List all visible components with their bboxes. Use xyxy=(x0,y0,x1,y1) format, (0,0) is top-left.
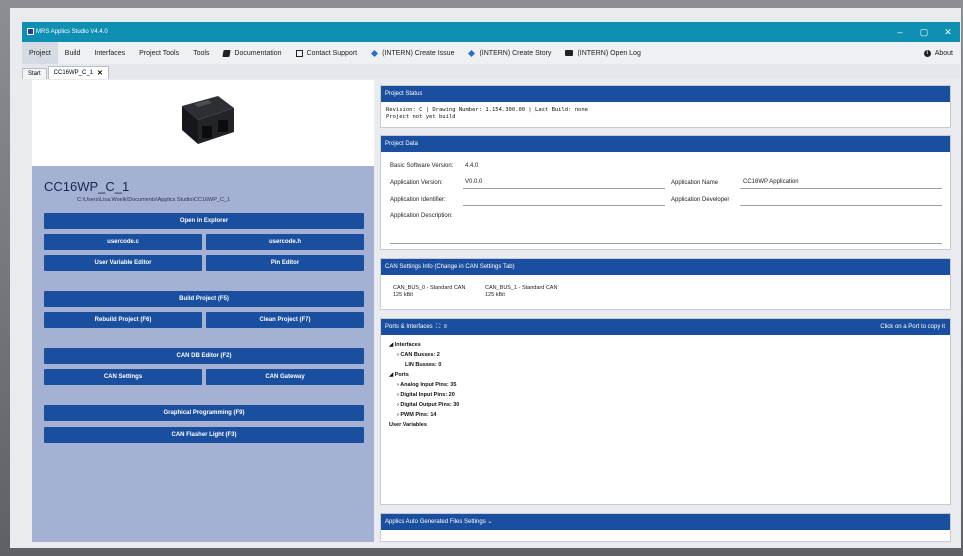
ports-interfaces-header: Ports & Interfaces ⛶ ≡ Click on a Port t… xyxy=(381,319,950,335)
app-name-underline xyxy=(740,188,942,189)
folder-icon xyxy=(565,50,574,56)
book-icon xyxy=(222,49,232,57)
app-name-field[interactable]: CC16WP Application xyxy=(743,179,799,185)
tab-project[interactable]: CC16WP_C_1 ✕ xyxy=(47,66,109,79)
ports-interfaces-panel: Ports & Interfaces ⛶ ≡ Click on a Port t… xyxy=(380,318,951,505)
can-bus-1-name: CAN_BUS_1 - Standard CAN xyxy=(485,285,558,291)
tree-node-digital-inputs[interactable]: › Digital Input Pins: 20 xyxy=(389,390,459,400)
bsv-value: 4.4.0 xyxy=(465,163,479,169)
info-icon: i xyxy=(923,49,931,57)
open-explorer-button[interactable]: Open in Explorer xyxy=(44,213,364,229)
tree-node-user-variables[interactable]: User Variables xyxy=(389,420,459,430)
project-data-header: Project Data xyxy=(381,136,950,152)
support-icon xyxy=(295,49,303,57)
copy-hint: Click on a Port to copy it xyxy=(880,324,945,330)
autogen-settings-header[interactable]: Applics Auto Generated Files Settings ⌄ xyxy=(381,514,950,530)
expand-all-icon[interactable]: ⛶ xyxy=(434,324,442,330)
diamond-icon xyxy=(371,49,379,57)
menu-build[interactable]: Build xyxy=(58,42,88,64)
project-status-panel: Project Status Revision: C | Drawing Num… xyxy=(380,85,951,128)
app-name-label: Application Name xyxy=(671,180,719,186)
tree-node-digital-outputs[interactable]: › Digital Output Pins: 30 xyxy=(389,400,459,410)
app-developer-field[interactable] xyxy=(740,205,942,206)
bsv-label: Basic Software Version: xyxy=(390,163,454,169)
window-titlebar: MRS Applics Studio V4.4.0 – ▢ ✕ xyxy=(22,22,960,42)
tree-node-lin-busses[interactable]: LIN Busses: 0 xyxy=(389,360,459,370)
user-variable-editor-button[interactable]: User Variable Editor xyxy=(44,255,202,271)
project-status-header: Project Status xyxy=(381,86,950,102)
chevron-down-icon: ⌄ xyxy=(487,519,493,525)
menu-project[interactable]: Project xyxy=(22,42,58,64)
app-version-label: Application Version: xyxy=(390,180,443,186)
pin-editor-button[interactable]: Pin Editor xyxy=(206,255,364,271)
usercode-c-button[interactable]: usercode.c xyxy=(44,234,202,250)
build-project-button[interactable]: Build Project (F5) xyxy=(44,291,364,307)
menu-tools[interactable]: Tools xyxy=(186,42,216,64)
menu-documentation[interactable]: Documentation xyxy=(216,42,288,64)
app-identifier-field[interactable] xyxy=(463,205,665,206)
app-description-label: Application Description: xyxy=(390,213,453,219)
app-version-underline xyxy=(463,188,665,189)
build-status-line: Project not yet build xyxy=(386,114,456,120)
app-developer-label: Application Developer xyxy=(671,197,730,203)
rebuild-project-button[interactable]: Rebuild Project (F6) xyxy=(44,312,202,328)
ports-tree: ◢ Interfaces › CAN Busses: 2 LIN Busses:… xyxy=(389,340,459,430)
maximize-button[interactable]: ▢ xyxy=(912,22,936,42)
menu-create-story[interactable]: (INTERN) Create Story xyxy=(461,42,558,64)
autogen-settings-panel: Applics Auto Generated Files Settings ⌄ xyxy=(380,513,951,542)
tree-node-pwm-pins[interactable]: › PWM Pins: 14 xyxy=(389,410,459,420)
tree-node-ports[interactable]: ◢ Ports xyxy=(389,370,459,380)
tree-node-interfaces[interactable]: ◢ Interfaces xyxy=(389,340,459,350)
device-image-area xyxy=(32,80,374,166)
close-tab-icon[interactable]: ✕ xyxy=(97,69,103,77)
tree-node-analog-inputs[interactable]: › Analog Input Pins: 35 xyxy=(389,380,459,390)
minimize-button[interactable]: – xyxy=(888,22,912,42)
tree-node-can-busses[interactable]: › CAN Busses: 2 xyxy=(389,350,459,360)
can-flasher-light-button[interactable]: CAN Flasher Light (F3) xyxy=(44,427,364,443)
app-version-field[interactable]: V0.0.0 xyxy=(465,179,482,185)
close-button[interactable]: ✕ xyxy=(936,22,960,42)
app-description-field[interactable] xyxy=(390,243,942,244)
tab-strip: Start CC16WP_C_1 ✕ xyxy=(22,64,960,79)
usercode-h-button[interactable]: usercode.h xyxy=(206,234,364,250)
can-settings-button[interactable]: CAN Settings xyxy=(44,369,202,385)
can-gateway-button[interactable]: CAN Gateway xyxy=(206,369,364,385)
status-line: Revision: C | Drawing Number: 1.154.300.… xyxy=(386,107,588,113)
app-logo-icon xyxy=(27,28,34,35)
tab-start[interactable]: Start xyxy=(22,68,47,79)
menu-project-tools[interactable]: Project Tools xyxy=(132,42,186,64)
window-title: MRS Applics Studio V4.4.0 xyxy=(36,29,108,35)
project-path: C:\Users\Lisa.Woelk\Documents\Applics St… xyxy=(77,197,231,203)
can-bus-0-name: CAN_BUS_0 - Standard CAN xyxy=(393,285,466,291)
can-db-editor-button[interactable]: CAN DB Editor (F2) xyxy=(44,348,364,364)
can-settings-info-panel: CAN Settings Info (Change in CAN Setting… xyxy=(380,258,951,310)
menu-contact-support[interactable]: Contact Support xyxy=(289,42,365,64)
collapse-all-icon[interactable]: ≡ xyxy=(444,324,448,330)
menu-open-log[interactable]: (INTERN) Open Log xyxy=(558,42,647,64)
project-data-panel: Project Data Basic Software Version: 4.4… xyxy=(380,135,951,250)
menu-interfaces[interactable]: Interfaces xyxy=(87,42,132,64)
clean-project-button[interactable]: Clean Project (F7) xyxy=(206,312,364,328)
graphical-programming-button[interactable]: Graphical Programming (F9) xyxy=(44,405,364,421)
device-image xyxy=(182,96,234,144)
diamond-icon xyxy=(468,49,476,57)
project-name: CC16WP_C_1 xyxy=(44,179,130,194)
can-bus-1-rate: 125 kBit xyxy=(485,292,505,298)
can-bus-0-rate: 125 kBit xyxy=(393,292,413,298)
app-identifier-label: Application Identifier: xyxy=(390,197,446,203)
can-settings-info-header: CAN Settings Info (Change in CAN Setting… xyxy=(381,259,950,275)
project-sidebar: CC16WP_C_1 C:\Users\Lisa.Woelk\Documents… xyxy=(32,80,374,542)
menu-bar: Project Build Interfaces Project Tools T… xyxy=(22,42,960,64)
project-details: Project Status Revision: C | Drawing Num… xyxy=(380,80,951,542)
menu-about[interactable]: i About xyxy=(917,42,960,64)
menu-create-issue[interactable]: (INTERN) Create Issue xyxy=(364,42,461,64)
